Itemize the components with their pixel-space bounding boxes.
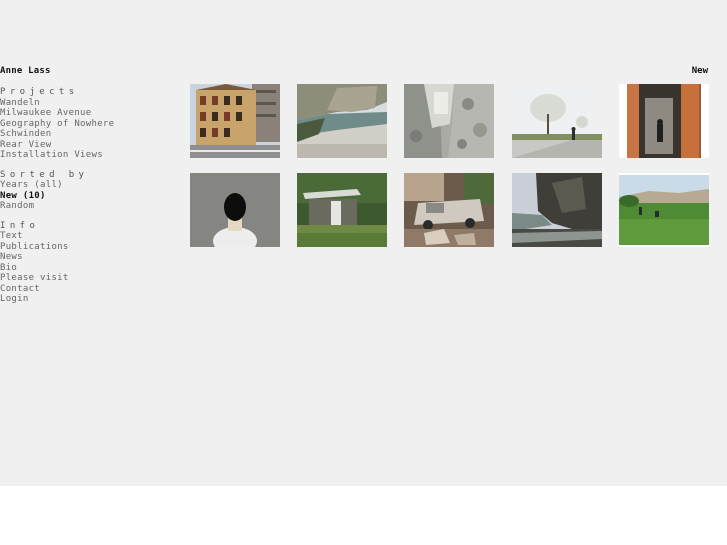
sidebar-item-wandeln[interactable]: Wandeln [0, 98, 170, 109]
divider [0, 161, 170, 170]
filter-label: New [691, 66, 708, 76]
sidebar-item-login[interactable]: Login [0, 294, 170, 305]
projects-heading: Projects [0, 87, 79, 97]
thumbnail-wrecked-car[interactable] [404, 173, 494, 247]
thumbnail-doorway[interactable] [619, 84, 709, 158]
sidebar-item-bio[interactable]: Bio [0, 263, 170, 274]
thumbnail-coast-road[interactable] [297, 84, 387, 158]
sorted-by-heading: Sorted by [0, 169, 89, 180]
sidebar-item-geography-of-nowhere[interactable]: Geography of Nowhere [0, 119, 170, 130]
sidebar-item-rear-view[interactable]: Rear View [0, 140, 170, 151]
sidebar-item-publications[interactable]: Publications [0, 242, 170, 253]
sidebar-item-schwinden[interactable]: Schwinden [0, 129, 170, 140]
projects-group: Projects Wandeln Milwaukee Avenue Geogra… [0, 87, 170, 161]
sidebar-item-milwaukee-avenue[interactable]: Milwaukee Avenue [0, 108, 170, 119]
photo-doorway-icon [619, 84, 709, 158]
site-title[interactable]: Anne Lass [0, 66, 51, 76]
photo-rock-facade-icon [404, 84, 494, 158]
sidebar-nav: Projects Wandeln Milwaukee Avenue Geogra… [0, 87, 170, 305]
sidebar-item-contact[interactable]: Contact [0, 284, 170, 295]
sort-random[interactable]: Random [0, 201, 170, 212]
photo-rock-cliff-icon [512, 173, 602, 247]
thumbnail-blossom-tree[interactable] [512, 84, 602, 158]
sort-years-all[interactable]: Years (all) [0, 180, 170, 191]
info-heading: Info [0, 220, 40, 231]
sidebar-item-please-visit[interactable]: Please visit [0, 273, 170, 284]
sort-new[interactable]: New (10) [0, 191, 170, 202]
divider [0, 212, 170, 221]
photo-wrecked-car-icon [404, 173, 494, 247]
photo-masked-figure-icon [190, 173, 280, 247]
thumbnail-green-field[interactable] [619, 173, 709, 247]
info-group: Info Text Publications News Bio Please v… [0, 221, 170, 305]
photo-green-field-icon [619, 173, 709, 247]
thumbnail-rock-facade[interactable] [404, 84, 494, 158]
thumbnail-shed-forest[interactable] [297, 173, 387, 247]
sorted-group: Sorted by Years (all) New (10) Random [0, 170, 170, 212]
thumbnail-building[interactable] [190, 84, 280, 158]
sidebar-item-installation-views[interactable]: Installation Views [0, 150, 170, 161]
photo-blossom-tree-icon [512, 84, 602, 158]
photo-shed-forest-icon [297, 173, 387, 247]
photo-coast-road-icon [297, 84, 387, 158]
thumbnail-masked-figure[interactable] [190, 173, 280, 247]
page-background: Anne Lass Projects Wandeln Milwaukee Ave… [0, 0, 727, 486]
sidebar-item-text[interactable]: Text [0, 231, 170, 242]
thumbnail-rock-cliff[interactable] [512, 173, 602, 247]
photo-building-icon [190, 84, 280, 158]
sidebar-item-news[interactable]: News [0, 252, 170, 263]
